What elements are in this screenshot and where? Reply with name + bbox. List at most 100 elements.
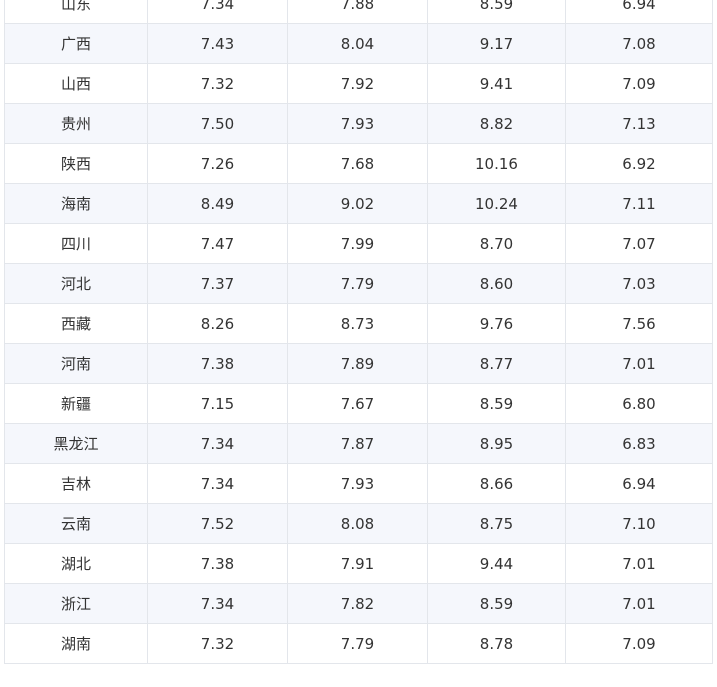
value-cell: 7.56 [565, 303, 713, 344]
table-row: 湖南 7.32 7.79 8.78 7.09 [4, 623, 713, 664]
value-cell: 7.34 [147, 0, 288, 24]
value-cell: 7.87 [287, 423, 428, 464]
table-row: 河北 7.37 7.79 8.60 7.03 [4, 263, 713, 304]
value-cell: 9.76 [427, 303, 566, 344]
value-cell: 7.67 [287, 383, 428, 424]
value-cell: 7.01 [565, 543, 713, 584]
value-cell: 7.68 [287, 143, 428, 184]
province-cell: 西藏 [4, 303, 148, 344]
value-cell: 7.34 [147, 583, 288, 624]
province-cell: 广西 [4, 23, 148, 64]
value-cell: 7.91 [287, 543, 428, 584]
value-cell: 8.26 [147, 303, 288, 344]
table-row: 山东 7.34 7.88 8.59 6.94 [4, 0, 713, 24]
province-cell: 四川 [4, 223, 148, 264]
table-row: 四川 7.47 7.99 8.70 7.07 [4, 223, 713, 264]
value-cell: 7.13 [565, 103, 713, 144]
province-cell: 新疆 [4, 383, 148, 424]
table-row: 河南 7.38 7.89 8.77 7.01 [4, 343, 713, 384]
table-row: 山西 7.32 7.92 9.41 7.09 [4, 63, 713, 104]
table-row: 贵州 7.50 7.93 8.82 7.13 [4, 103, 713, 144]
value-cell: 7.09 [565, 63, 713, 104]
value-cell: 7.99 [287, 223, 428, 264]
value-cell: 7.52 [147, 503, 288, 544]
value-cell: 7.47 [147, 223, 288, 264]
province-cell: 河南 [4, 343, 148, 384]
value-cell: 7.38 [147, 343, 288, 384]
value-cell: 8.78 [427, 623, 566, 664]
value-cell: 8.08 [287, 503, 428, 544]
value-cell: 6.94 [565, 0, 713, 24]
value-cell: 7.92 [287, 63, 428, 104]
province-cell: 湖北 [4, 543, 148, 584]
value-cell: 7.11 [565, 183, 713, 224]
value-cell: 9.02 [287, 183, 428, 224]
value-cell: 7.07 [565, 223, 713, 264]
value-cell: 7.93 [287, 463, 428, 504]
table-row: 湖北 7.38 7.91 9.44 7.01 [4, 543, 713, 584]
table-row: 黑龙江 7.34 7.87 8.95 6.83 [4, 423, 713, 464]
value-cell: 7.01 [565, 583, 713, 624]
value-cell: 7.08 [565, 23, 713, 64]
table-row: 吉林 7.34 7.93 8.66 6.94 [4, 463, 713, 504]
value-cell: 7.32 [147, 63, 288, 104]
value-cell: 7.82 [287, 583, 428, 624]
value-cell: 8.95 [427, 423, 566, 464]
value-cell: 7.93 [287, 103, 428, 144]
value-cell: 8.75 [427, 503, 566, 544]
value-cell: 7.03 [565, 263, 713, 304]
value-cell: 10.24 [427, 183, 566, 224]
province-cell: 黑龙江 [4, 423, 148, 464]
value-cell: 8.70 [427, 223, 566, 264]
province-cell: 海南 [4, 183, 148, 224]
province-cell: 陕西 [4, 143, 148, 184]
value-cell: 7.01 [565, 343, 713, 384]
value-cell: 7.37 [147, 263, 288, 304]
value-cell: 6.80 [565, 383, 713, 424]
table-row: 海南 8.49 9.02 10.24 7.11 [4, 183, 713, 224]
province-cell: 山东 [4, 0, 148, 24]
province-cell: 山西 [4, 63, 148, 104]
value-cell: 9.44 [427, 543, 566, 584]
table-row: 新疆 7.15 7.67 8.59 6.80 [4, 383, 713, 424]
value-cell: 8.77 [427, 343, 566, 384]
value-cell: 8.49 [147, 183, 288, 224]
value-cell: 10.16 [427, 143, 566, 184]
value-cell: 8.59 [427, 383, 566, 424]
value-cell: 8.66 [427, 463, 566, 504]
value-cell: 7.50 [147, 103, 288, 144]
value-cell: 8.04 [287, 23, 428, 64]
value-cell: 6.94 [565, 463, 713, 504]
value-cell: 7.43 [147, 23, 288, 64]
province-cell: 浙江 [4, 583, 148, 624]
province-cell: 吉林 [4, 463, 148, 504]
value-cell: 9.41 [427, 63, 566, 104]
value-cell: 7.38 [147, 543, 288, 584]
price-table: 山东 7.34 7.88 8.59 6.94 广西 7.43 8.04 9.17… [4, 0, 713, 664]
value-cell: 8.82 [427, 103, 566, 144]
value-cell: 6.92 [565, 143, 713, 184]
value-cell: 8.59 [427, 583, 566, 624]
table-row: 浙江 7.34 7.82 8.59 7.01 [4, 583, 713, 624]
value-cell: 7.34 [147, 463, 288, 504]
value-cell: 7.32 [147, 623, 288, 664]
value-cell: 9.17 [427, 23, 566, 64]
table-body: 山东 7.34 7.88 8.59 6.94 广西 7.43 8.04 9.17… [4, 0, 713, 664]
value-cell: 7.15 [147, 383, 288, 424]
value-cell: 7.89 [287, 343, 428, 384]
value-cell: 7.10 [565, 503, 713, 544]
value-cell: 7.79 [287, 263, 428, 304]
price-table-container: 山东 7.34 7.88 8.59 6.94 广西 7.43 8.04 9.17… [4, 0, 713, 664]
value-cell: 8.60 [427, 263, 566, 304]
province-cell: 河北 [4, 263, 148, 304]
value-cell: 7.79 [287, 623, 428, 664]
value-cell: 8.73 [287, 303, 428, 344]
value-cell: 7.09 [565, 623, 713, 664]
value-cell: 7.88 [287, 0, 428, 24]
value-cell: 8.59 [427, 0, 566, 24]
value-cell: 7.26 [147, 143, 288, 184]
table-row: 云南 7.52 8.08 8.75 7.10 [4, 503, 713, 544]
value-cell: 6.83 [565, 423, 713, 464]
table-row: 西藏 8.26 8.73 9.76 7.56 [4, 303, 713, 344]
province-cell: 贵州 [4, 103, 148, 144]
